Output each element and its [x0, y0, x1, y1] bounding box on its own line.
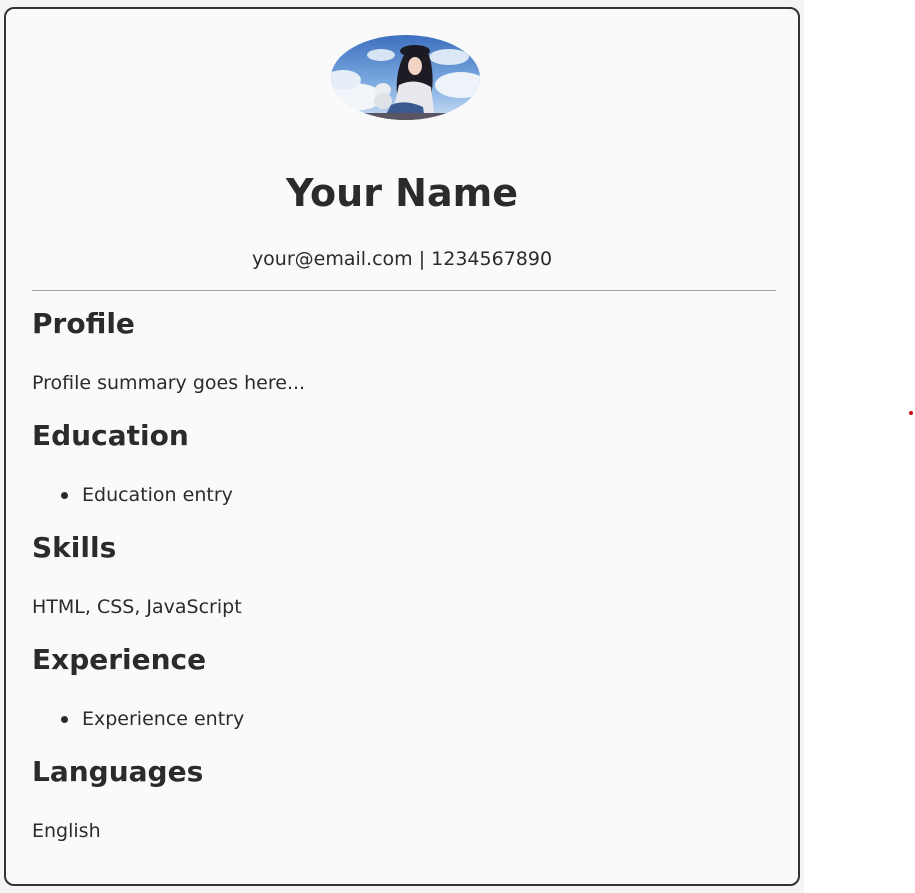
education-list: Education entry: [32, 483, 233, 507]
avatar-image: [331, 35, 480, 120]
skills-heading: Skills: [32, 531, 117, 564]
header-divider: [32, 290, 776, 291]
languages-heading: Languages: [32, 755, 204, 788]
education-heading: Education: [32, 419, 189, 452]
experience-heading: Experience: [32, 643, 207, 676]
avatar: [331, 35, 480, 120]
experience-list: Experience entry: [32, 707, 244, 731]
experience-item: Experience entry: [32, 707, 244, 731]
languages-text: English: [32, 820, 101, 842]
education-item: Education entry: [32, 483, 233, 507]
profile-summary: Profile summary goes here...: [32, 372, 306, 394]
marker-dot: [909, 411, 913, 415]
skills-text: HTML, CSS, JavaScript: [32, 596, 242, 618]
profile-heading: Profile: [32, 307, 135, 340]
resume-card: Your Name your@email.com | 1234567890 Pr…: [4, 7, 800, 886]
contact-info: your@email.com | 1234567890: [251, 248, 553, 270]
name-heading: Your Name: [286, 171, 518, 215]
